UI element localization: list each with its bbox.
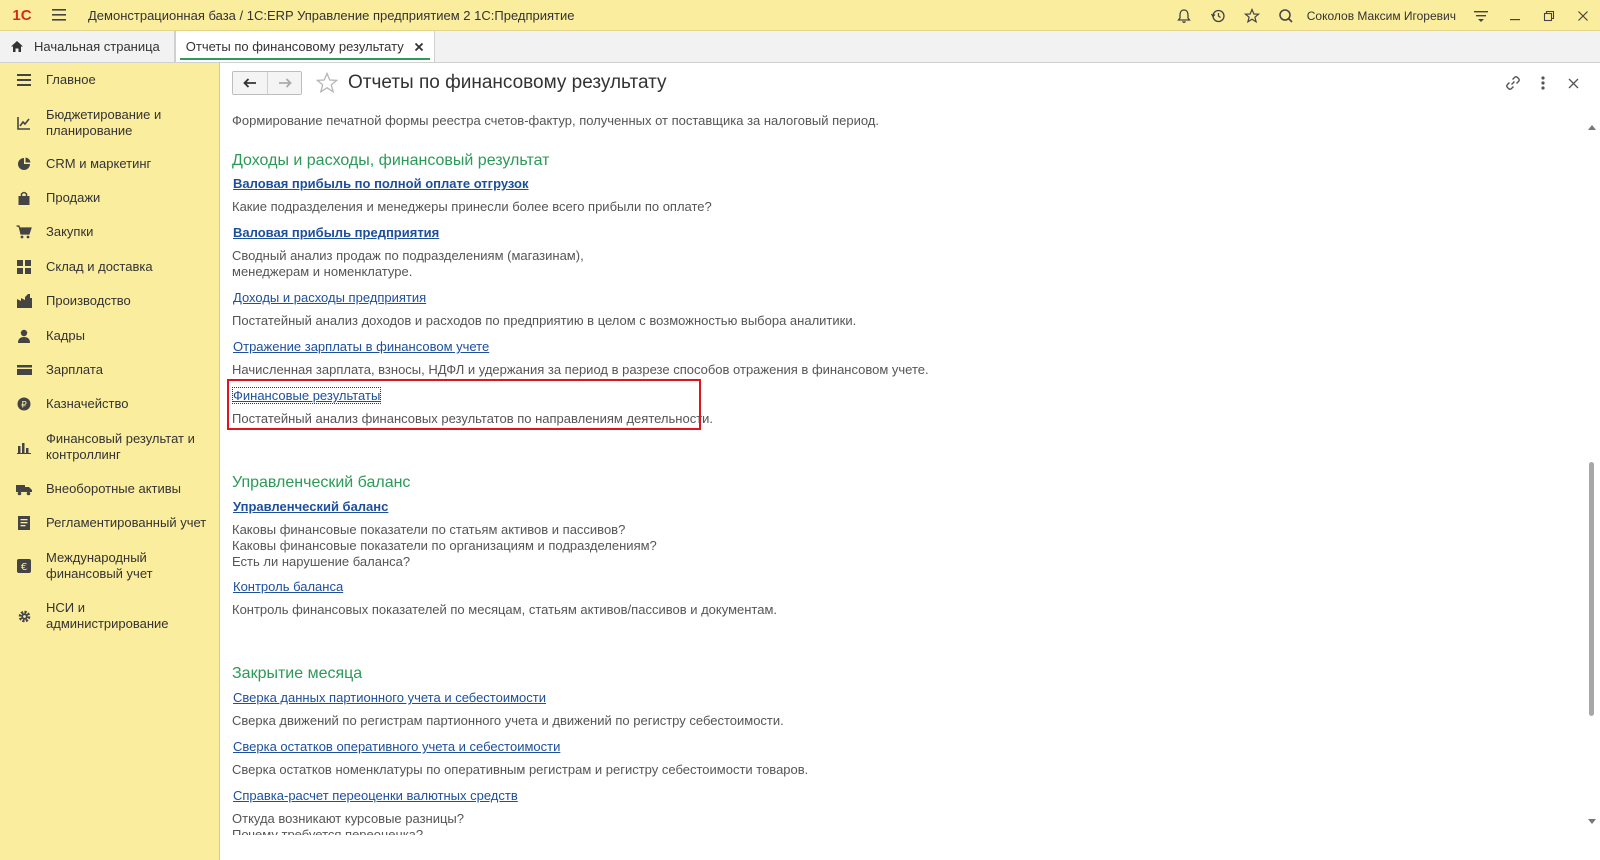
scroll-thumb[interactable] xyxy=(1589,462,1594,716)
sections-sidebar: Главное Бюджетирование и планирование CR… xyxy=(0,63,220,860)
title-bar: 1С Демонстрационная база / 1С:ERP Управл… xyxy=(0,0,1600,31)
section-title-management-balance: Управленческий баланс xyxy=(232,474,411,491)
chart-icon xyxy=(16,439,32,455)
sidebar-item-purchases[interactable]: Закупки xyxy=(0,224,101,240)
hamburger-icon[interactable] xyxy=(44,0,74,31)
svg-text:₽: ₽ xyxy=(21,401,27,411)
crm-icon xyxy=(16,156,32,172)
truck-icon xyxy=(16,481,32,497)
star-icon[interactable] xyxy=(1235,0,1269,31)
sidebar-item-production[interactable]: Производство xyxy=(0,293,139,309)
tab-close-icon[interactable] xyxy=(412,40,426,54)
coin-icon: ₽ xyxy=(16,396,32,412)
wallet-icon xyxy=(16,362,32,378)
report-description: Начисленная зарплата, взносы, НДФЛ и уде… xyxy=(232,362,929,377)
report-link-salary-reflection[interactable]: Отражение зарплаты в финансовом учете xyxy=(233,339,489,354)
factory-icon xyxy=(16,293,32,309)
content-area: Отчеты по финансовому результату Формиро… xyxy=(221,63,1600,860)
bag-icon xyxy=(16,190,32,206)
report-link-balance-control[interactable]: Контроль баланса xyxy=(233,579,343,594)
vertical-scrollbar[interactable] xyxy=(1583,103,1600,860)
report-link-balance-cost-reconciliation[interactable]: Сверка остатков оперативного учета и себ… xyxy=(233,739,560,754)
sidebar-item-budgeting[interactable]: Бюджетирование и планирование xyxy=(0,107,169,139)
tab-bar: Начальная страница Отчеты по финансовому… xyxy=(0,31,1600,63)
app-title: Демонстрационная база / 1С:ERP Управлени… xyxy=(88,7,575,23)
section-title-month-closing: Закрытие месяца xyxy=(232,665,363,682)
sidebar-item-main[interactable]: Главное xyxy=(0,72,104,88)
report-description: Откуда возникают курсовые разницы? xyxy=(232,811,464,826)
menu-icon xyxy=(16,72,32,88)
report-link-batch-cost-reconciliation[interactable]: Сверка данных партионного учета и себест… xyxy=(233,690,546,705)
search-icon[interactable] xyxy=(1269,0,1303,31)
sidebar-item-admin[interactable]: НСИ и администрирование xyxy=(0,600,177,632)
report-link-currency-revaluation[interactable]: Справка-расчет переоценки валютных средс… xyxy=(233,788,518,803)
user-name[interactable]: Соколов Максим Игоревич xyxy=(1307,9,1456,23)
history-icon[interactable] xyxy=(1201,0,1235,31)
arrow-left-icon xyxy=(243,78,256,88)
close-icon[interactable] xyxy=(1566,0,1600,31)
link-icon[interactable] xyxy=(1498,68,1528,98)
highlight-frame xyxy=(227,379,701,430)
person-icon xyxy=(16,328,32,344)
reports-list: Формирование печатной формы реестра счет… xyxy=(221,103,1583,860)
back-button[interactable] xyxy=(233,72,267,94)
report-description: Сверка движений по регистрам партионного… xyxy=(232,713,784,728)
minimize-icon[interactable] xyxy=(1498,0,1532,31)
favorite-star-icon[interactable] xyxy=(316,72,338,94)
svg-text:€: € xyxy=(21,562,27,573)
report-description: Контроль финансовых показателей по месяц… xyxy=(232,602,778,617)
home-icon xyxy=(11,41,23,52)
report-description: Каковы финансовые показатели по статьям … xyxy=(232,522,657,569)
budget-icon xyxy=(16,115,32,131)
restore-icon[interactable] xyxy=(1532,0,1566,31)
warehouse-icon xyxy=(16,259,32,275)
sidebar-item-crm[interactable]: CRM и маркетинг xyxy=(0,156,159,172)
form-toolbar: Отчеты по финансовому результату xyxy=(221,63,1600,103)
bell-icon[interactable] xyxy=(1167,0,1201,31)
report-link-gross-profit[interactable]: Валовая прибыль предприятия xyxy=(233,225,439,240)
report-link-management-balance[interactable]: Управленческий баланс xyxy=(233,499,388,514)
arrow-right-icon xyxy=(278,78,292,88)
sidebar-item-regulated-accounting[interactable]: Регламентированный учет xyxy=(0,515,214,531)
report-description: Постатейный анализ доходов и расходов по… xyxy=(232,313,857,328)
report-description: Сводный анализ продаж по подразделениям … xyxy=(232,248,584,279)
gear-icon xyxy=(16,608,32,624)
report-description-cut: Почему требуется переоценка? xyxy=(232,827,424,835)
form-close-icon[interactable] xyxy=(1558,68,1588,98)
tab-financial-reports[interactable]: Отчеты по финансовому результату xyxy=(174,31,435,62)
sidebar-item-warehouse[interactable]: Склад и доставка xyxy=(0,259,161,275)
settings-icon[interactable] xyxy=(1464,0,1498,31)
report-description: Формирование печатной формы реестра счет… xyxy=(232,113,879,128)
nav-buttons xyxy=(232,71,302,95)
tab-home[interactable]: Начальная страница xyxy=(0,31,175,62)
document-icon xyxy=(16,515,32,531)
cart-icon xyxy=(16,224,32,240)
scroll-down-icon[interactable] xyxy=(1588,819,1596,824)
sidebar-item-salary[interactable]: Зарплата xyxy=(0,362,111,378)
sidebar-item-hr[interactable]: Кадры xyxy=(0,328,93,344)
page-title: Отчеты по финансовому результату xyxy=(348,72,667,93)
report-description: Сверка остатков номенклатуры по оператив… xyxy=(232,762,809,777)
tab-home-label: Начальная страница xyxy=(34,39,160,54)
report-link-income-expenses[interactable]: Доходы и расходы предприятия xyxy=(233,290,426,305)
forward-button[interactable] xyxy=(267,72,301,94)
sidebar-item-fixed-assets[interactable]: Внеоборотные активы xyxy=(0,481,189,497)
sidebar-item-financial-result[interactable]: Финансовый результат и контроллинг xyxy=(0,431,203,463)
scroll-up-icon[interactable] xyxy=(1588,125,1596,130)
more-actions-icon[interactable] xyxy=(1528,68,1558,98)
euro-icon: € xyxy=(16,558,32,574)
tab-active-label: Отчеты по финансовому результату xyxy=(185,39,404,54)
sidebar-item-sales[interactable]: Продажи xyxy=(0,190,108,206)
section-title-income-expenses: Доходы и расходы, финансовый результат xyxy=(232,152,550,169)
1c-logo: 1С xyxy=(12,6,32,24)
sidebar-item-ifrs[interactable]: € Международный финансовый учет xyxy=(0,550,161,582)
report-description: Какие подразделения и менеджеры принесли… xyxy=(232,199,712,214)
report-link-gross-profit-payment[interactable]: Валовая прибыль по полной оплате отгрузо… xyxy=(233,176,529,191)
sidebar-item-treasury[interactable]: ₽ Казначейство xyxy=(0,396,136,412)
